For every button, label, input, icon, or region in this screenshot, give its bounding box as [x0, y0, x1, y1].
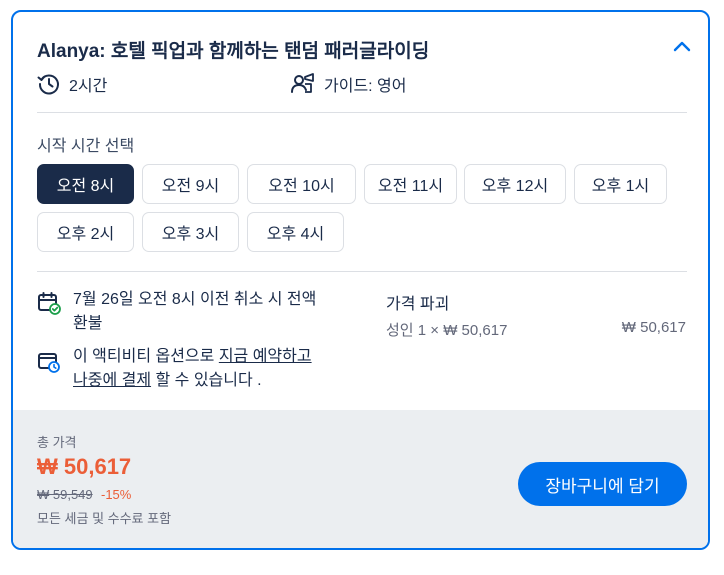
discount-badge: -15%: [101, 487, 132, 502]
time-slot-9am[interactable]: 오전 9시: [142, 164, 239, 204]
calendar-check-icon: [37, 291, 61, 320]
time-slot-4pm[interactable]: 오후 4시: [247, 212, 344, 252]
cancellation-line-1: 7월 26일 오전 8시 이전 취소 시 전액: [73, 291, 317, 308]
reserve-now-link[interactable]: 지금 예약하고: [219, 348, 312, 365]
start-time-label: 시작 시간 선택: [37, 138, 135, 155]
time-slot-10am[interactable]: 오전 10시: [247, 164, 356, 204]
time-slot-3pm[interactable]: 오후 3시: [142, 212, 239, 252]
add-to-cart-button[interactable]: 장바구니에 담기: [518, 462, 687, 506]
clock-history-icon: [37, 72, 61, 96]
cancellation-policy: 7월 26일 오전 8시 이전 취소 시 전액 환불: [73, 288, 316, 336]
total-price-label: 총 가격: [37, 435, 77, 450]
original-price: ₩ 59,549: [37, 487, 93, 502]
pay-later-link[interactable]: 나중에 결제: [73, 372, 151, 389]
time-slot-2pm[interactable]: 오후 2시: [37, 212, 134, 252]
cancellation-line-2: 환불: [73, 315, 103, 332]
guide-people-icon: [290, 72, 316, 96]
option-title: Alanya: 호텔 픽업과 함께하는 탠덤 패러글라이딩: [37, 41, 430, 62]
activity-option-card: Alanya: 호텔 픽업과 함께하는 탠덤 패러글라이딩 2시간 가이드: 영…: [11, 10, 710, 550]
duration-row: 2시간: [37, 72, 107, 96]
divider: [37, 112, 687, 113]
time-slot-1pm[interactable]: 오후 1시: [574, 164, 667, 204]
price-line-label: 성인 1 × ₩ 50,617: [386, 322, 508, 339]
guide-row: 가이드: 영어: [290, 72, 407, 96]
chevron-up-icon: [673, 39, 691, 57]
reserve-prefix: 이 액티비티 옵션으로: [73, 348, 219, 365]
time-slot-12pm[interactable]: 오후 12시: [464, 164, 566, 204]
tax-note: 모든 세금 및 수수료 포함: [37, 511, 172, 526]
reserve-suffix: 할 수 있습니다 .: [151, 372, 262, 389]
wallet-clock-icon: [37, 350, 61, 379]
collapse-button[interactable]: [670, 38, 694, 58]
total-price: ₩ 50,617: [37, 454, 132, 479]
checkout-footer: 총 가격 ₩ 50,617 ₩ 59,549 -15% 모든 세금 및 수수료 …: [13, 410, 708, 548]
duration-text: 2시간: [69, 78, 108, 95]
time-slot-11am[interactable]: 오전 11시: [364, 164, 457, 204]
price-line-total: ₩ 50,617: [621, 319, 686, 336]
time-slot-8am[interactable]: 오전 8시: [37, 164, 134, 204]
divider: [37, 271, 687, 272]
reserve-now-pay-later: 이 액티비티 옵션으로 지금 예약하고 나중에 결제 할 수 있습니다 .: [73, 345, 312, 393]
guide-text: 가이드: 영어: [324, 78, 407, 95]
price-breakdown-title: 가격 파괴: [386, 296, 450, 313]
